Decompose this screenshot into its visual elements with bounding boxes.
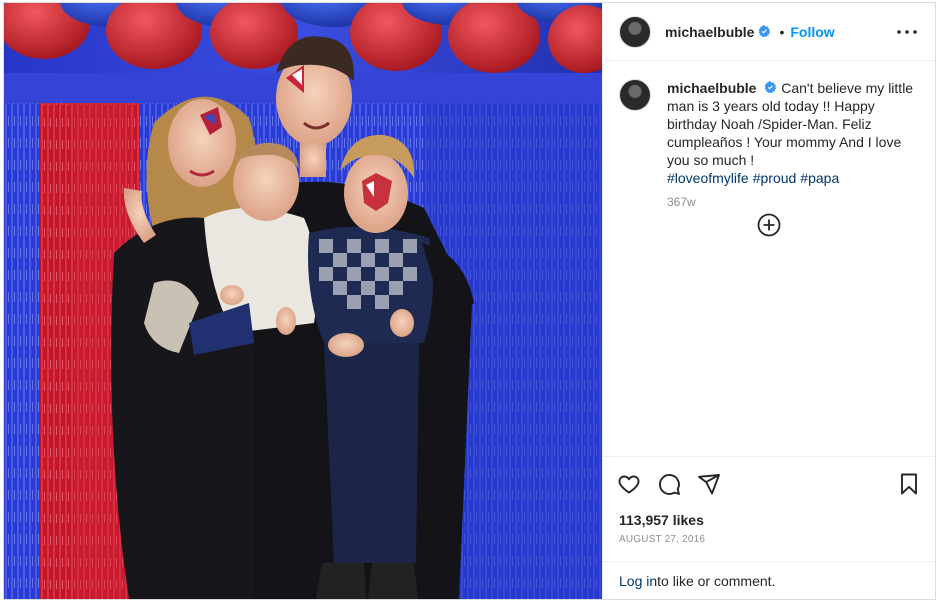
load-more-comments-icon[interactable] bbox=[757, 213, 781, 237]
bookmark-icon[interactable] bbox=[897, 472, 921, 496]
comment-icon[interactable] bbox=[657, 472, 681, 496]
post-header: michaelbuble • Follow bbox=[603, 3, 935, 61]
action-bar bbox=[603, 456, 935, 510]
instagram-post: michaelbuble • Follow michaelbuble Can't… bbox=[3, 2, 936, 600]
share-icon[interactable] bbox=[697, 472, 721, 496]
more-options-icon[interactable] bbox=[895, 20, 919, 44]
login-prompt: Log in to like or comment. bbox=[603, 561, 935, 599]
author-username[interactable]: michaelbuble bbox=[665, 24, 754, 40]
header-separator: • bbox=[779, 23, 785, 40]
caption: michaelbuble Can't believe my little man… bbox=[619, 79, 919, 211]
post-date: AUGUST 27, 2016 bbox=[619, 534, 706, 545]
likes-count[interactable]: 113,957 likes bbox=[603, 510, 935, 528]
caption-avatar[interactable] bbox=[619, 79, 651, 111]
login-prompt-text: to like or comment. bbox=[657, 572, 776, 589]
photo-illustration bbox=[4, 3, 602, 599]
comments-area: michaelbuble Can't believe my little man… bbox=[603, 61, 935, 456]
hashtag-link[interactable]: #proud bbox=[753, 170, 797, 186]
post-photo[interactable] bbox=[4, 3, 602, 599]
post-side-panel: michaelbuble • Follow michaelbuble Can't… bbox=[602, 3, 935, 599]
caption-body: michaelbuble Can't believe my little man… bbox=[667, 79, 917, 211]
caption-hashtags: #loveofmylife #proud #papa bbox=[667, 169, 917, 187]
verified-badge-icon bbox=[764, 81, 777, 94]
hashtag-link[interactable]: #papa bbox=[800, 170, 839, 186]
author-avatar[interactable] bbox=[619, 15, 651, 48]
heart-icon[interactable] bbox=[617, 472, 641, 496]
login-link[interactable]: Log in bbox=[619, 573, 657, 589]
caption-time-ago[interactable]: 367w bbox=[667, 193, 917, 211]
caption-username[interactable]: michaelbuble bbox=[667, 80, 756, 96]
hashtag-link[interactable]: #loveofmylife bbox=[667, 170, 749, 186]
follow-button[interactable]: Follow bbox=[790, 24, 834, 40]
verified-badge-icon bbox=[758, 25, 771, 38]
